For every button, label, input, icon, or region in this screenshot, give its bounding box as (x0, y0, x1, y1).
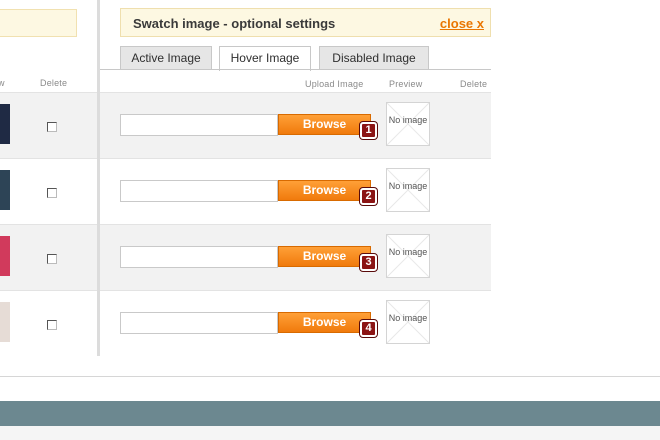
image-preview: No image (386, 234, 430, 278)
no-image-label: No image (388, 313, 428, 323)
step-badge: 3 (360, 254, 377, 271)
swatch-thumbnail (0, 104, 10, 144)
left-row-4 (0, 290, 97, 356)
upload-row-1: Browse 1 No image (100, 92, 491, 158)
upload-row-2: Browse 2 No image (100, 158, 491, 224)
upload-row-3: Browse 3 No image (100, 224, 491, 290)
settings-title: Swatch image - optional settings (133, 16, 336, 31)
no-image-label: No image (388, 181, 428, 191)
settings-header: Swatch image - optional settings close x (120, 8, 491, 37)
file-path-input[interactable] (120, 114, 278, 136)
swatch-table-left: w Delete (0, 0, 97, 356)
upload-row-4: Browse 4 No image (100, 290, 491, 356)
image-preview: No image (386, 102, 430, 146)
preview-column-header-fragment: w (0, 78, 5, 88)
file-path-input[interactable] (120, 246, 278, 268)
tab-baseline (100, 69, 491, 70)
step-badge: 2 (360, 188, 377, 205)
step-badge: 4 (360, 320, 377, 337)
footer-strip (0, 426, 660, 440)
left-row-1 (0, 92, 97, 158)
tab-active-image[interactable]: Active Image (120, 46, 212, 70)
swatch-thumbnail (0, 236, 10, 276)
swatch-thumbnail (0, 170, 10, 210)
delete-checkbox[interactable] (47, 254, 57, 264)
tab-hover-image[interactable]: Hover Image (219, 46, 311, 71)
browse-button[interactable]: Browse (278, 312, 371, 333)
delete-checkbox[interactable] (47, 188, 57, 198)
file-path-input[interactable] (120, 180, 278, 202)
file-path-input[interactable] (120, 312, 278, 334)
no-image-label: No image (388, 247, 428, 257)
image-preview: No image (386, 168, 430, 212)
left-header-box (0, 9, 77, 37)
swatch-settings-panel: Swatch image - optional settings close x… (100, 0, 491, 356)
left-row-3 (0, 224, 97, 290)
delete-checkbox[interactable] (47, 320, 57, 330)
browse-button[interactable]: Browse (278, 246, 371, 267)
preview-column-header: Preview (389, 79, 423, 89)
page: w Delete Swatch image - optional setting… (0, 0, 660, 440)
delete-column-header: Delete (40, 78, 68, 88)
section-divider (0, 376, 660, 377)
tab-disabled-image[interactable]: Disabled Image (319, 46, 429, 70)
image-preview: No image (386, 300, 430, 344)
footer-bar (0, 401, 660, 426)
delete-checkbox[interactable] (47, 122, 57, 132)
upload-image-column-header: Upload Image (305, 79, 364, 89)
step-badge: 1 (360, 122, 377, 139)
delete-column-header: Delete (460, 79, 488, 89)
browse-button[interactable]: Browse (278, 114, 371, 135)
no-image-label: No image (388, 115, 428, 125)
close-link[interactable]: close x (440, 16, 484, 31)
browse-button[interactable]: Browse (278, 180, 371, 201)
left-row-2 (0, 158, 97, 224)
swatch-thumbnail (0, 302, 10, 342)
